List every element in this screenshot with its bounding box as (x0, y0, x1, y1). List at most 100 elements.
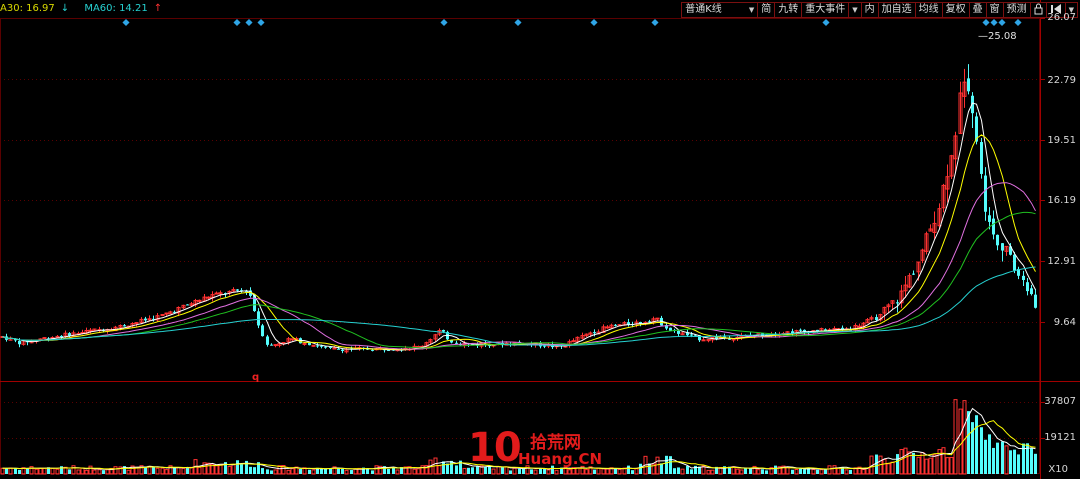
candle-body (984, 175, 987, 212)
candle-body (134, 322, 139, 325)
candle-body (144, 318, 147, 321)
candle-body (571, 340, 576, 343)
volume-bar (266, 469, 269, 474)
volume-bar (350, 470, 353, 474)
events-dropdown[interactable]: ▼ (849, 3, 862, 17)
volume-bar (5, 468, 8, 474)
event-marker (590, 18, 598, 27)
volume-bar (18, 469, 21, 474)
watermark-digits: 10 (468, 425, 522, 471)
volume-bar (308, 469, 311, 474)
volume-bar (832, 465, 837, 475)
volume-bar (442, 461, 445, 474)
volume-bar (102, 470, 105, 474)
candle-body (605, 326, 610, 329)
inner-button[interactable]: 内 (862, 3, 879, 17)
volume-bar (882, 459, 887, 475)
low-marker: q (252, 372, 260, 383)
event-marker (440, 18, 448, 27)
volume-bar (765, 470, 768, 474)
volume-bar (903, 447, 908, 475)
volume-bar (214, 465, 219, 475)
simple-button[interactable]: 简 (758, 3, 776, 17)
candle-body (614, 324, 617, 326)
volume-bar (437, 465, 442, 475)
candle-body (147, 318, 152, 321)
candle-body (701, 339, 706, 342)
candle-body (731, 338, 736, 341)
candle-body (18, 341, 21, 345)
volume-bar (967, 411, 970, 474)
volume-multiplier: X10 (1048, 464, 1068, 475)
price-tick: 12.91 (1047, 256, 1076, 267)
volume-bar (68, 469, 71, 474)
ma-legend: A30: 16.97 ↓ MA60: 14.21 ↑ (0, 3, 174, 17)
candle-body (164, 312, 169, 315)
candle-body (1001, 243, 1004, 251)
events-button[interactable]: 重大事件 (802, 3, 850, 17)
add-watchlist-button[interactable]: 加自选 (879, 3, 916, 17)
volume-bar (392, 467, 395, 474)
candle-body (316, 345, 319, 347)
volume-bar (816, 469, 819, 474)
kline-chart[interactable] (0, 0, 1080, 479)
volume-bar (791, 469, 794, 474)
kline-type-value: 普通K线 (685, 4, 722, 15)
overlay-button[interactable]: 叠 (970, 3, 987, 17)
volume-bar (1030, 448, 1033, 474)
volume-bar (446, 463, 449, 474)
volume-bar (774, 465, 777, 474)
volume-bar (916, 456, 921, 475)
candle-body (1013, 254, 1016, 271)
adjust-button[interactable]: 复权 (943, 3, 970, 17)
volume-bar (26, 468, 29, 474)
volume-bar (686, 465, 689, 474)
chevron-down-icon: ▼ (852, 6, 858, 14)
candle-body (186, 304, 189, 306)
volume-bar (677, 467, 680, 474)
volume-bar (113, 466, 118, 475)
candle-body (455, 342, 458, 344)
candle-body (799, 329, 802, 331)
volume-bar (803, 469, 806, 474)
volume-bar (941, 447, 946, 475)
volume-bar (673, 468, 676, 474)
candle-body (655, 317, 660, 320)
price-tick: 19.51 (1047, 135, 1076, 146)
volume-bar (924, 458, 929, 475)
ma-legend-ma60: MA60: 14.21 ↑ (84, 3, 163, 14)
volume-bar (593, 469, 596, 474)
candle-body (912, 273, 915, 275)
event-marker (822, 18, 830, 27)
candle-body (42, 337, 47, 340)
volume-bar (928, 457, 933, 475)
volume-bar (1034, 453, 1037, 474)
candle-body (302, 342, 307, 345)
volume-bar (249, 466, 252, 474)
candle-body (261, 325, 264, 337)
candle-body (332, 347, 337, 350)
volume-bar (996, 442, 999, 474)
volume-bar (824, 469, 827, 474)
ma-lines-button[interactable]: 均线 (916, 3, 943, 17)
event-marker (257, 18, 265, 27)
candle-body (337, 348, 340, 350)
volume-bar (227, 465, 232, 475)
volume-bar (945, 457, 950, 475)
volume-bar (949, 456, 954, 475)
event-marker (514, 18, 522, 27)
candle-body (236, 289, 239, 291)
candle-body (311, 344, 316, 347)
volume-bar (912, 452, 915, 474)
candle-body (55, 335, 60, 338)
kline-type-select[interactable]: 普通K线 ▼ (682, 3, 759, 17)
nine-turn-button[interactable]: 九转 (775, 3, 803, 17)
volume-bar (337, 468, 340, 474)
watermark-domain: Huang.CN (518, 450, 603, 468)
volume-bar (88, 465, 93, 475)
volume-bar (270, 470, 273, 474)
window-button[interactable]: 窗 (987, 3, 1004, 17)
candle-body (273, 344, 278, 347)
forecast-button[interactable]: 预测 (1004, 3, 1031, 17)
candle-body (857, 325, 862, 328)
